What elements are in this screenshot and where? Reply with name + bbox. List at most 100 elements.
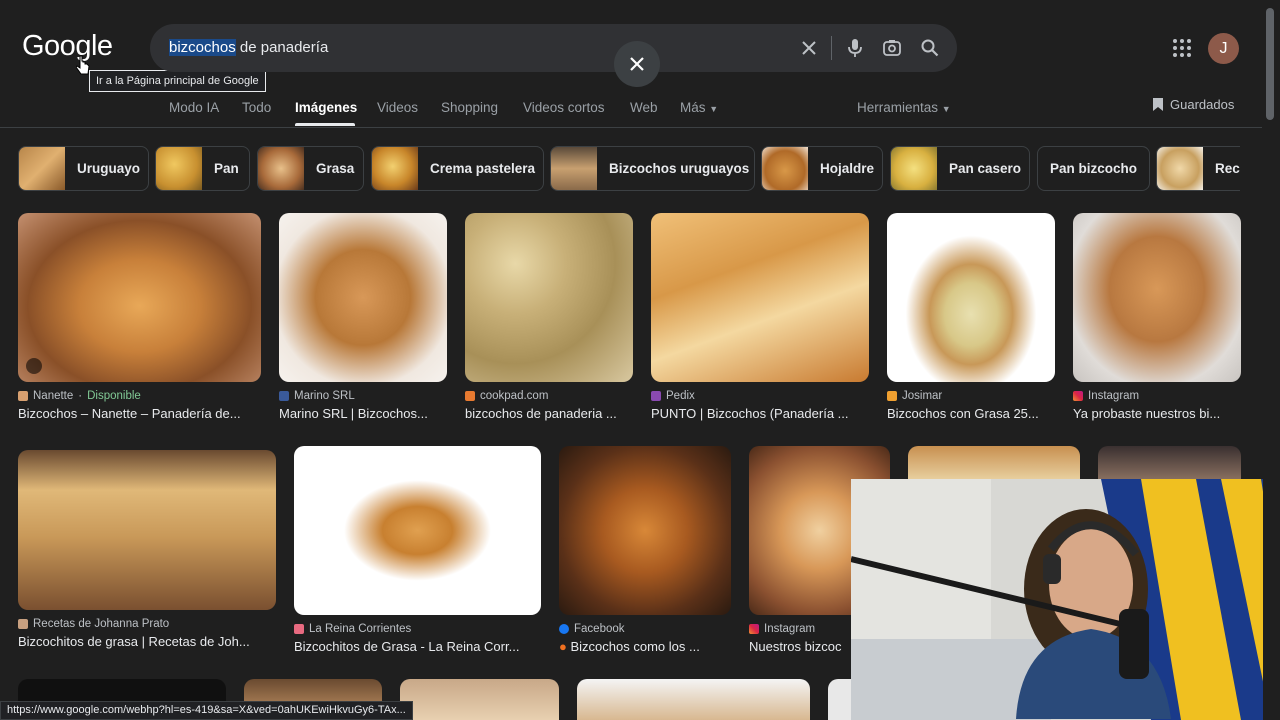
chip-pan-casero[interactable]: Pan casero: [890, 146, 1030, 191]
result-title[interactable]: Bizcochos – Nanette – Panadería de...: [18, 406, 261, 421]
chip-crema-pastelera[interactable]: Crema pastelera: [371, 146, 544, 191]
source-name: Nanette: [33, 390, 74, 402]
result-image[interactable]: [577, 679, 810, 720]
lens-camera-icon[interactable]: [880, 36, 904, 60]
google-logo[interactable]: Google: [22, 30, 113, 63]
image-result[interactable]: [908, 446, 1080, 480]
chip-thumbnail: [551, 147, 597, 190]
chip-pan[interactable]: Pan: [155, 146, 250, 191]
site-favicon: [887, 391, 897, 401]
tools-button[interactable]: Herramientas ▼: [857, 100, 951, 115]
chip-thumbnail: [156, 147, 202, 190]
image-result[interactable]: cookpad.com bizcochos de panaderia ...: [465, 213, 633, 421]
chip-label: Pan bizcocho: [1050, 161, 1138, 176]
site-favicon: [279, 391, 289, 401]
close-overlay-button[interactable]: [614, 41, 660, 87]
result-image[interactable]: [400, 679, 559, 720]
chip-uruguayo[interactable]: Uruguayo: [18, 146, 149, 191]
source-name: La Reina Corrientes: [309, 623, 412, 635]
result-image[interactable]: [279, 213, 447, 382]
tab-videos[interactable]: Videos: [377, 100, 418, 115]
image-result[interactable]: [577, 679, 810, 720]
result-source: cookpad.com: [465, 390, 633, 402]
search-divider: [831, 36, 832, 60]
microphone-icon[interactable]: [843, 36, 867, 60]
chip-grasa[interactable]: Grasa: [257, 146, 364, 191]
result-source: Facebook: [559, 623, 731, 635]
image-result[interactable]: Instagram Ya probaste nuestros bi...: [1073, 213, 1241, 421]
avatar[interactable]: J: [1208, 33, 1239, 64]
image-result[interactable]: Josimar Bizcochos con Grasa 25...: [887, 213, 1055, 421]
apps-grid-icon[interactable]: [1172, 38, 1192, 58]
search-icon[interactable]: [918, 36, 942, 60]
result-source: La Reina Corrientes: [294, 623, 541, 635]
result-image[interactable]: [651, 213, 869, 382]
clear-icon[interactable]: [797, 36, 821, 60]
source-name: Marino SRL: [294, 390, 355, 402]
result-image[interactable]: [294, 446, 541, 615]
result-title[interactable]: ● Bizcochos como los ...: [559, 639, 731, 654]
saved-label: Guardados: [1170, 97, 1235, 112]
chip-label: Rece: [1215, 161, 1240, 176]
bookmark-icon: [1153, 98, 1163, 111]
chip-label: Pan: [214, 161, 239, 176]
tab-shopping[interactable]: Shopping: [441, 100, 498, 115]
result-title-text: Bizcochos como los ...: [570, 639, 700, 654]
result-title[interactable]: Bizcochitos de Grasa - La Reina Corr...: [294, 639, 541, 654]
result-image[interactable]: [18, 450, 276, 610]
search-input[interactable]: bizcochos de panadería: [169, 39, 328, 56]
chip-bizcochos-uruguayos[interactable]: Bizcochos uruguayos: [550, 146, 755, 191]
result-title[interactable]: Bizcochos con Grasa 25...: [887, 406, 1055, 421]
tab-videos-cortos[interactable]: Videos cortos: [523, 100, 605, 115]
home-tooltip: Ir a la Página principal de Google: [89, 70, 266, 92]
search-tabs: Modo IA Todo Imágenes Videos Shopping Vi…: [0, 96, 1280, 126]
availability-badge: Disponible: [87, 390, 141, 402]
chip-label: Uruguayo: [77, 161, 141, 176]
source-name: Pedix: [666, 390, 695, 402]
tab-todo[interactable]: Todo: [242, 100, 271, 115]
result-title[interactable]: bizcochos de panaderia ...: [465, 406, 633, 421]
chip-thumbnail: [258, 147, 304, 190]
source-name: cookpad.com: [480, 390, 549, 402]
result-image[interactable]: [559, 446, 731, 615]
chip-rece[interactable]: Rece: [1156, 146, 1240, 191]
chip-hojaldre[interactable]: Hojaldre: [761, 146, 883, 191]
source-name: Instagram: [764, 623, 816, 635]
image-result[interactable]: [1098, 446, 1241, 480]
instagram-icon: [1073, 391, 1083, 401]
result-image[interactable]: [1073, 213, 1241, 382]
tab-web[interactable]: Web: [630, 100, 658, 115]
tab-imagenes[interactable]: Imágenes: [295, 100, 357, 115]
result-image[interactable]: [1098, 446, 1241, 480]
image-result[interactable]: Pedix PUNTO | Bizcochos (Panadería ...: [651, 213, 869, 421]
search-bar[interactable]: bizcochos de panadería: [150, 24, 957, 72]
image-result[interactable]: Facebook ● Bizcochos como los ...: [559, 446, 731, 654]
saved-button[interactable]: Guardados: [1152, 97, 1234, 112]
result-image[interactable]: [18, 213, 261, 382]
chip-label: Pan casero: [949, 161, 1022, 176]
source-name: Recetas de Johanna Prato: [33, 618, 170, 630]
chip-pan-bizcocho[interactable]: Pan bizcocho: [1037, 146, 1150, 191]
image-result[interactable]: [400, 679, 559, 720]
tab-modo-ia[interactable]: Modo IA: [169, 100, 219, 115]
scrollbar-thumb[interactable]: [1266, 8, 1274, 120]
result-source: Nanette · Disponible: [18, 390, 261, 402]
result-title[interactable]: Marino SRL | Bizcochos...: [279, 406, 447, 421]
image-result[interactable]: Nanette · Disponible Bizcochos – Nanette –…: [18, 213, 261, 421]
image-result[interactable]: La Reina Corrientes Bizcochitos de Grasa…: [294, 446, 541, 654]
result-title[interactable]: Ya probaste nuestros bi...: [1073, 406, 1241, 421]
tab-mas[interactable]: Más ▼: [680, 100, 718, 115]
result-image[interactable]: [908, 446, 1080, 480]
result-source: Marino SRL: [279, 390, 447, 402]
chip-label: Crema pastelera: [430, 161, 536, 176]
result-title[interactable]: PUNTO | Bizcochos (Panadería ...: [651, 406, 869, 421]
image-result[interactable]: Marino SRL Marino SRL | Bizcochos...: [279, 213, 447, 421]
chip-thumbnail: [19, 147, 65, 190]
result-image[interactable]: [887, 213, 1055, 382]
source-separator: ·: [78, 390, 83, 402]
result-image[interactable]: [465, 213, 633, 382]
image-result[interactable]: Recetas de Johanna Prato Bizcochitos de …: [18, 450, 276, 649]
tab-mas-label: Más: [680, 100, 706, 115]
result-title[interactable]: Bizcochitos de grasa | Recetas de Joh...: [18, 634, 276, 649]
result-source: Josimar: [887, 390, 1055, 402]
